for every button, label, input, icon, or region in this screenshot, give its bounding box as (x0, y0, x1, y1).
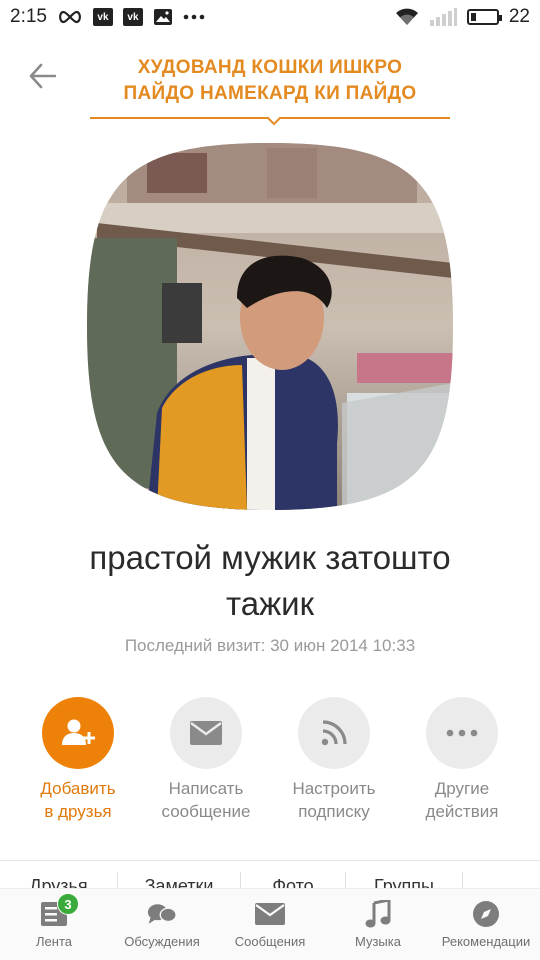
other-actions-label-line-1: Другие (434, 779, 490, 798)
back-button[interactable] (24, 58, 60, 94)
image-icon (153, 8, 173, 26)
add-friend-circle (42, 697, 114, 769)
write-message-label-line-1: Написать (168, 779, 244, 798)
nav-messages[interactable]: Сообщения (216, 889, 324, 960)
feed-icon: 3 (39, 893, 79, 929)
wifi-icon (395, 8, 419, 26)
battery-level: 22 (508, 6, 530, 27)
tab-groups[interactable]: Группы (346, 868, 462, 888)
status-underline (90, 117, 450, 126)
add-friend-icon (62, 719, 95, 745)
arrow-left-icon (29, 63, 56, 89)
status-message[interactable]: ХУДОВАНД КОШКИ ИШКРО ПАЙДО НАМЕКАРД КИ П… (90, 55, 450, 107)
profile-name-line-2: тажик (225, 585, 315, 622)
bottom-nav: 3 Лента Обсуждения Сообщения Музыка Реко… (0, 888, 540, 960)
nav-recommendations[interactable]: Рекомендации (432, 889, 540, 960)
discussions-icon (147, 899, 177, 929)
other-actions-label: Другие действия (426, 777, 499, 823)
more-dots-icon (446, 729, 478, 737)
profile-photo (87, 143, 453, 510)
tab-notes[interactable]: Заметки (118, 868, 240, 888)
other-actions-button[interactable]: Другие действия (398, 697, 526, 823)
write-message-label: Написать сообщение (162, 777, 251, 823)
add-friend-label-line-2: в друзья (44, 802, 112, 821)
clock: 2:15 (10, 6, 47, 27)
write-message-button[interactable]: Написать сообщение (142, 697, 270, 823)
profile-actions: Добавить в друзья Написать сообщение Нас… (14, 697, 526, 823)
feed-badge: 3 (57, 893, 79, 915)
add-friend-label: Добавить в друзья (40, 777, 115, 823)
compass-icon (471, 899, 501, 929)
last-visit: Последний визит: 30 июн 2014 10:33 (124, 636, 416, 655)
music-icon (363, 899, 393, 929)
nav-discussions-label: Обсуждения (124, 934, 200, 949)
nav-messages-label: Сообщения (234, 934, 306, 949)
profile-name-line-1: прастой мужик затошто (89, 539, 451, 576)
subscription-label: Настроить подписку (292, 777, 375, 823)
tab-photos[interactable]: Фото (241, 868, 345, 888)
avatar[interactable] (87, 143, 453, 510)
subscription-label-line-2: подписку (298, 802, 370, 821)
nav-feed-label: Лента (36, 934, 72, 949)
status-bar-left: 2:15 vk vk (10, 6, 205, 28)
tab-friends[interactable]: Друзья (0, 868, 117, 888)
profile-name: прастой мужик затошто тажик (20, 535, 520, 627)
add-friend-label-line-1: Добавить (40, 779, 116, 798)
vk-icon: vk (92, 8, 113, 26)
nav-music-label: Музыка (355, 934, 401, 949)
more-dots-icon (183, 14, 205, 20)
status-bar: 2:15 vk vk 22 (0, 0, 540, 34)
subscription-button[interactable]: Настроить подписку (270, 697, 398, 823)
tab-separator (462, 872, 463, 888)
signal-icon (429, 8, 457, 26)
status-bar-right: 22 (395, 6, 530, 28)
status-line-1: ХУДОВАНД КОШКИ ИШКРО (137, 57, 403, 78)
envelope-icon (255, 899, 285, 929)
vk-icon: vk (122, 8, 143, 26)
infinity-icon (57, 10, 83, 24)
status-line-2: ПАЙДО НАМЕКАРД КИ ПАЙДО (123, 83, 417, 104)
nav-feed[interactable]: 3 Лента (0, 889, 108, 960)
other-actions-label-line-2: действия (425, 802, 499, 821)
subscription-circle (298, 697, 370, 769)
nav-discussions[interactable]: Обсуждения (108, 889, 216, 960)
rss-icon (321, 720, 347, 746)
write-message-label-line-2: сообщение (161, 802, 251, 821)
write-message-circle (170, 697, 242, 769)
subscription-label-line-1: Настроить (292, 779, 376, 798)
tabs-divider (0, 860, 540, 861)
envelope-icon (190, 721, 222, 745)
add-friend-button[interactable]: Добавить в друзья (14, 697, 142, 823)
nav-recommendations-label: Рекомендации (441, 934, 531, 949)
nav-music[interactable]: Музыка (324, 889, 432, 960)
profile-tabs: Друзья Заметки Фото Группы (0, 868, 540, 888)
other-actions-circle (426, 697, 498, 769)
battery-icon (466, 9, 502, 25)
